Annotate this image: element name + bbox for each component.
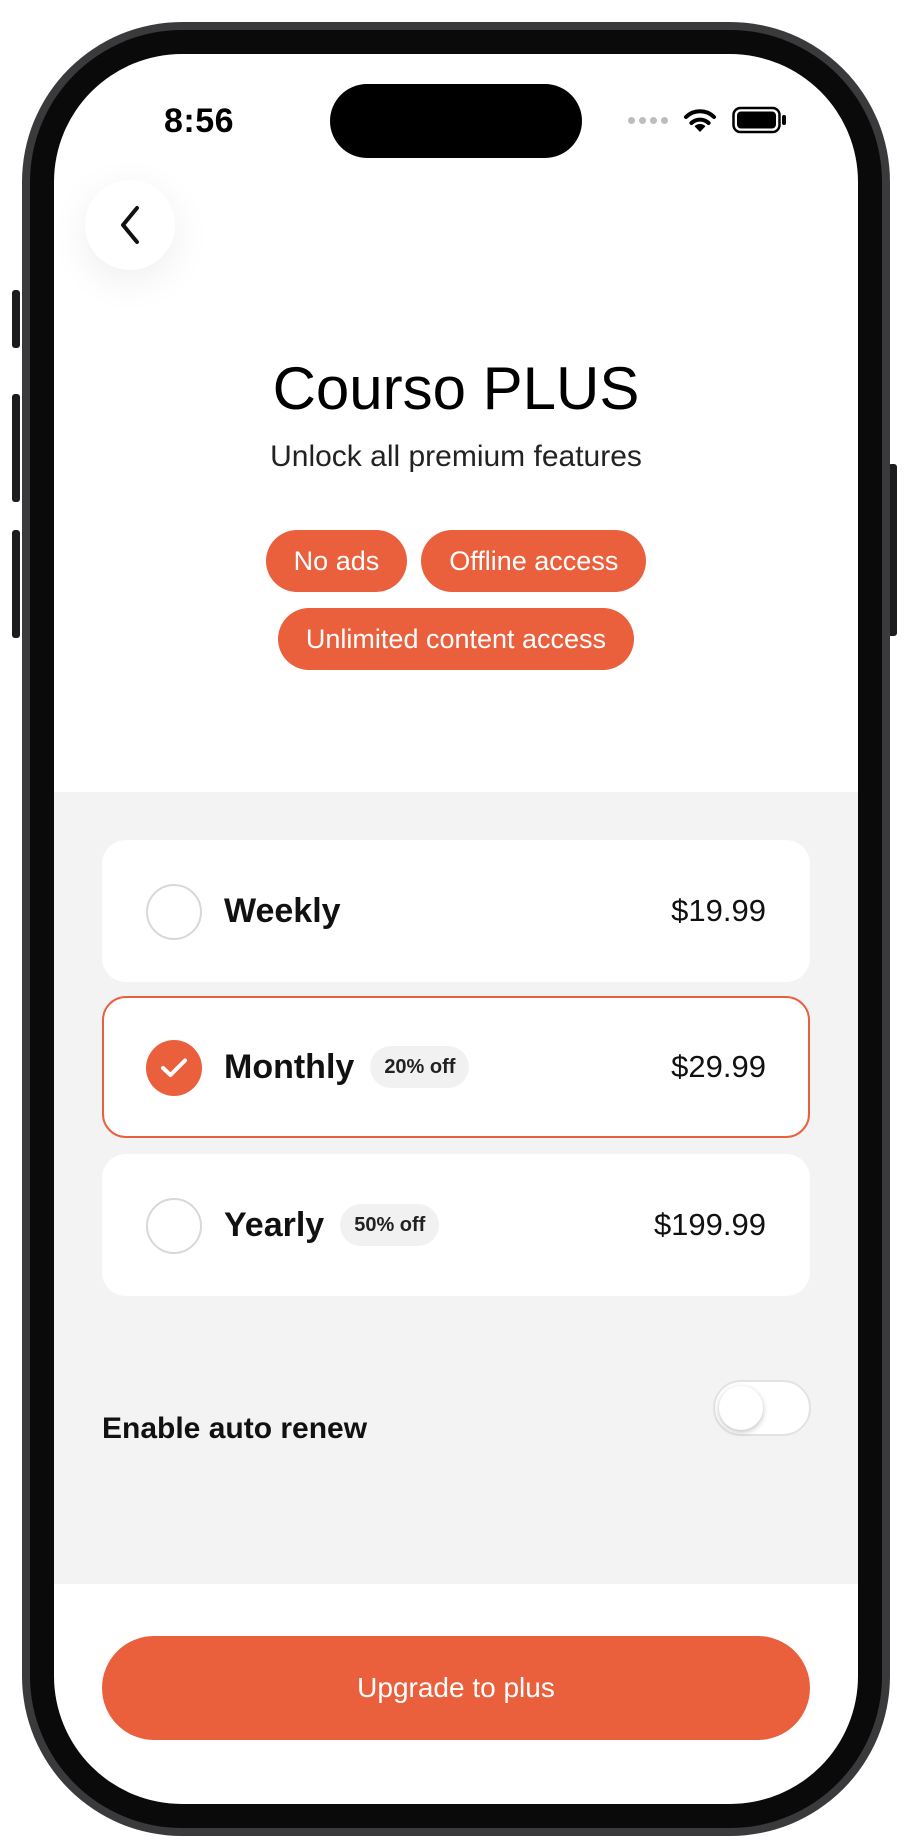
discount-badge: 50% off bbox=[340, 1204, 440, 1246]
plan-name: Weekly bbox=[224, 891, 341, 930]
plan-name-group: Monthly 20% off bbox=[224, 998, 470, 1136]
feature-chip-unlimited-content: Unlimited content access bbox=[277, 608, 635, 670]
discount-badge: 20% off bbox=[370, 1046, 470, 1088]
volume-up-button bbox=[12, 394, 20, 502]
auto-renew-toggle[interactable] bbox=[713, 1380, 811, 1436]
plans-section: Weekly $19.99 Monthly 20% off $29.99 Yea… bbox=[54, 792, 858, 1584]
upgrade-button[interactable]: Upgrade to plus bbox=[102, 1636, 810, 1740]
feature-chip-offline-access: Offline access bbox=[421, 530, 647, 592]
feature-chips-row: No ads Offline access bbox=[54, 530, 858, 592]
feature-chip-no-ads: No ads bbox=[265, 530, 408, 592]
action-button bbox=[12, 290, 20, 348]
plan-option-weekly[interactable]: Weekly $19.99 bbox=[102, 840, 810, 982]
battery-icon bbox=[732, 106, 786, 134]
device-mockup: 8:56 Courso PLUS Unlock all premium feat… bbox=[0, 0, 912, 1840]
status-time: 8:56 bbox=[164, 102, 235, 140]
page-subtitle: Unlock all premium features bbox=[270, 440, 642, 473]
auto-renew-label: Enable auto renew bbox=[102, 1412, 368, 1445]
volume-down-button bbox=[12, 530, 20, 638]
chevron-left-icon bbox=[121, 206, 139, 244]
plan-option-monthly[interactable]: Monthly 20% off $29.99 bbox=[102, 996, 810, 1138]
plan-radio-checked[interactable] bbox=[146, 1040, 202, 1096]
plan-name: Monthly bbox=[224, 1047, 355, 1086]
dynamic-island bbox=[330, 84, 582, 158]
plan-radio-unchecked[interactable] bbox=[146, 884, 202, 940]
page-title: Courso PLUS bbox=[272, 355, 640, 422]
screen: 8:56 Courso PLUS Unlock all premium feat… bbox=[54, 54, 858, 1804]
status-icons bbox=[628, 106, 788, 134]
cellular-signal-icon bbox=[628, 116, 668, 124]
plan-price: $19.99 bbox=[671, 893, 766, 928]
plan-name-group: Yearly 50% off bbox=[224, 1154, 440, 1296]
checkmark-icon bbox=[161, 1058, 187, 1077]
back-button[interactable] bbox=[85, 180, 175, 270]
toggle-knob bbox=[719, 1386, 763, 1430]
plan-name-group: Weekly bbox=[224, 840, 341, 982]
plan-price: $29.99 bbox=[671, 1049, 766, 1084]
feature-chips-row: Unlimited content access bbox=[54, 608, 858, 670]
plan-radio-unchecked[interactable] bbox=[146, 1198, 202, 1254]
plan-option-yearly[interactable]: Yearly 50% off $199.99 bbox=[102, 1154, 810, 1296]
plan-price: $199.99 bbox=[653, 1207, 766, 1242]
plan-name: Yearly bbox=[224, 1205, 325, 1244]
wifi-icon bbox=[684, 109, 716, 132]
